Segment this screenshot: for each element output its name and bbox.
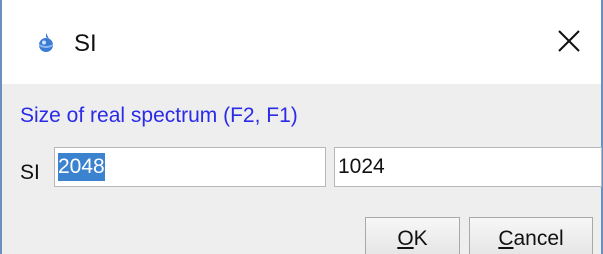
cancel-button[interactable]: Cancel: [469, 217, 593, 254]
cancel-label-rest: ancel: [513, 227, 564, 250]
cancel-mnemonic: C: [498, 227, 514, 250]
window-title: SI: [74, 30, 97, 57]
topspin-app-icon: [34, 31, 58, 55]
prompt-label: Size of real spectrum (F2, F1): [20, 104, 298, 127]
si-f2-input[interactable]: 2048: [54, 147, 326, 187]
close-icon: [556, 28, 582, 59]
ok-button[interactable]: OK: [365, 217, 460, 254]
si-f1-input[interactable]: 1024: [334, 147, 602, 187]
ok-mnemonic: O: [397, 227, 414, 250]
si-f2-value: 2048: [58, 153, 105, 181]
dialog-body: Size of real spectrum (F2, F1) SI 2048 1…: [2, 84, 602, 254]
ok-label-rest: K: [413, 227, 428, 250]
si-f1-value: 1024: [338, 155, 385, 178]
title-bar[interactable]: SI: [2, 0, 601, 84]
close-button[interactable]: [551, 25, 587, 61]
si-row-label: SI: [20, 161, 40, 184]
si-dialog: SI Size of real spectrum (F2, F1) SI 204…: [0, 0, 603, 254]
